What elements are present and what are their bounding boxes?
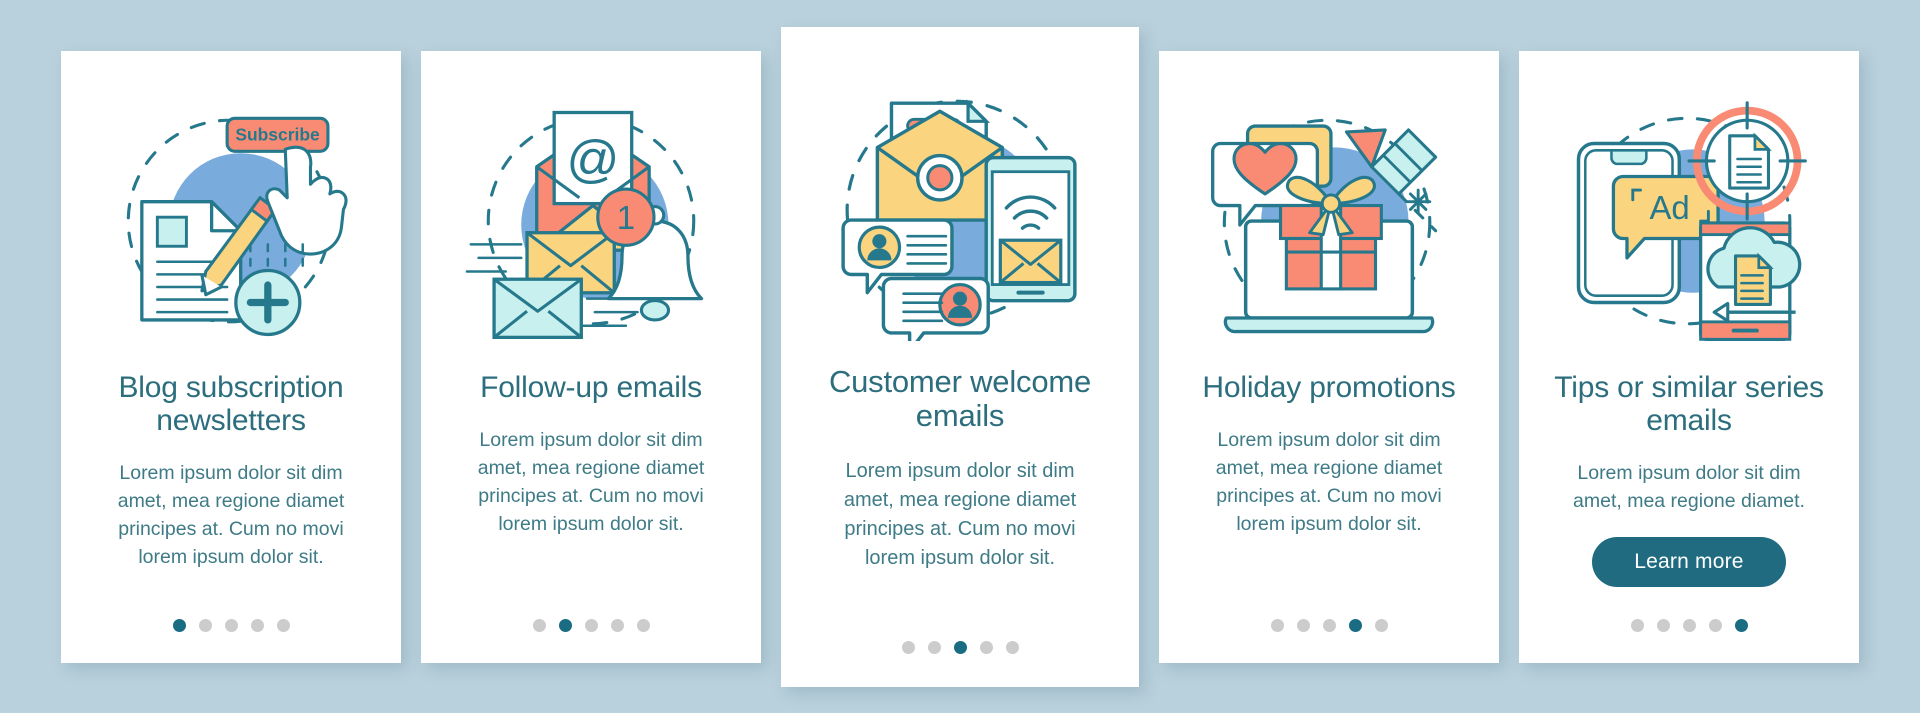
pagination-dots [1159,589,1499,663]
illustration-subscribe-document: Subscribe [105,97,357,349]
card-body-text: Lorem ipsum dolor sit dim amet, mea regi… [1573,461,1805,512]
card-title: Follow-up emails [480,370,702,404]
pagination-dot-3[interactable] [1682,619,1696,632]
pagination-dot-4[interactable] [250,619,264,632]
pagination-dot-5-active[interactable] [1734,619,1748,632]
svg-text:Ad: Ad [1649,189,1689,226]
illustration-ad-phone-target-cloud: Ad [1563,97,1815,349]
pagination-dot-1[interactable] [1630,619,1644,632]
card-body-text: Lorem ipsum dolor sit dim amet, mea regi… [1215,428,1443,536]
pagination-dot-5[interactable] [636,619,650,632]
pagination-dot-4-active[interactable] [1348,619,1362,632]
svg-text:@: @ [566,130,619,188]
card-body-text: Lorem ipsum dolor sit dim amet, mea regi… [477,428,705,536]
pagination-dot-4[interactable] [1708,619,1722,632]
illustration-envelopes-bell: @1 [465,97,717,349]
pagination-dot-2[interactable] [1296,619,1310,632]
onboarding-screens-row: Subscribe Blog subscription newsletters Lo… [0,0,1920,713]
illustration-welcome-letter-phone [829,79,1091,341]
illustration-canvas: Ad [1576,100,1807,341]
pagination-dots [61,589,401,663]
pagination-dots [421,589,761,663]
svg-text:1: 1 [617,198,635,235]
learn-more-button[interactable]: Learn more [1592,537,1786,588]
card-body-text: Lorem ipsum dolor sit dim amet, mea regi… [843,459,1077,569]
illustration-canvas: @1 [465,110,704,339]
onboarding-card-follow-up-emails[interactable]: @1 Follow-up emails Lorem ipsum dolor sit … [421,50,761,663]
pagination-dot-2[interactable] [927,641,941,654]
pagination-dots [1519,589,1859,663]
pagination-dot-2[interactable] [198,619,212,632]
pagination-dot-1-active[interactable] [172,619,186,632]
pagination-dots [781,609,1139,687]
subscribe-button-label: Subscribe [235,124,320,144]
card-title: Blog subscription newsletters [118,370,344,437]
pagination-dot-4[interactable] [979,641,993,654]
pagination-dot-3[interactable] [584,619,598,632]
pagination-dot-3-active[interactable] [953,641,967,654]
pagination-dot-3[interactable] [1322,619,1336,632]
pagination-dot-5[interactable] [1374,619,1388,632]
onboarding-card-tips-or-similar-series-emails[interactable]: Ad Tips or similar series emails Lorem ips… [1519,50,1859,663]
pagination-dot-4[interactable] [610,619,624,632]
pagination-dot-2-active[interactable] [558,619,572,632]
onboarding-card-holiday-promotions[interactable]: Holiday promotions Lorem ipsum dolor sit … [1159,50,1499,663]
illustration-canvas [841,98,1077,341]
pagination-dot-1[interactable] [1270,619,1284,632]
pagination-dot-5[interactable] [1005,641,1019,654]
card-body-text: Lorem ipsum dolor sit dim amet, mea regi… [117,461,345,569]
pagination-dot-1[interactable] [901,641,915,654]
illustration-gift-laptop-firework [1203,97,1455,349]
pagination-dot-1[interactable] [532,619,546,632]
card-title: Holiday promotions [1202,370,1456,404]
pagination-dot-2[interactable] [1656,619,1670,632]
onboarding-card-customer-welcome-emails[interactable]: Customer welcome emails Lorem ipsum dolor… [781,26,1139,687]
onboarding-card-blog-subscription-newsletters[interactable]: Subscribe Blog subscription newsletters Lo… [61,50,401,663]
illustration-canvas [1211,118,1438,333]
illustration-canvas: Subscribe [126,116,348,336]
card-title: Tips or similar series emails [1554,370,1824,437]
card-title: Customer welcome emails [828,363,1092,433]
pagination-dot-3[interactable] [224,619,238,632]
pagination-dot-5[interactable] [276,619,290,632]
